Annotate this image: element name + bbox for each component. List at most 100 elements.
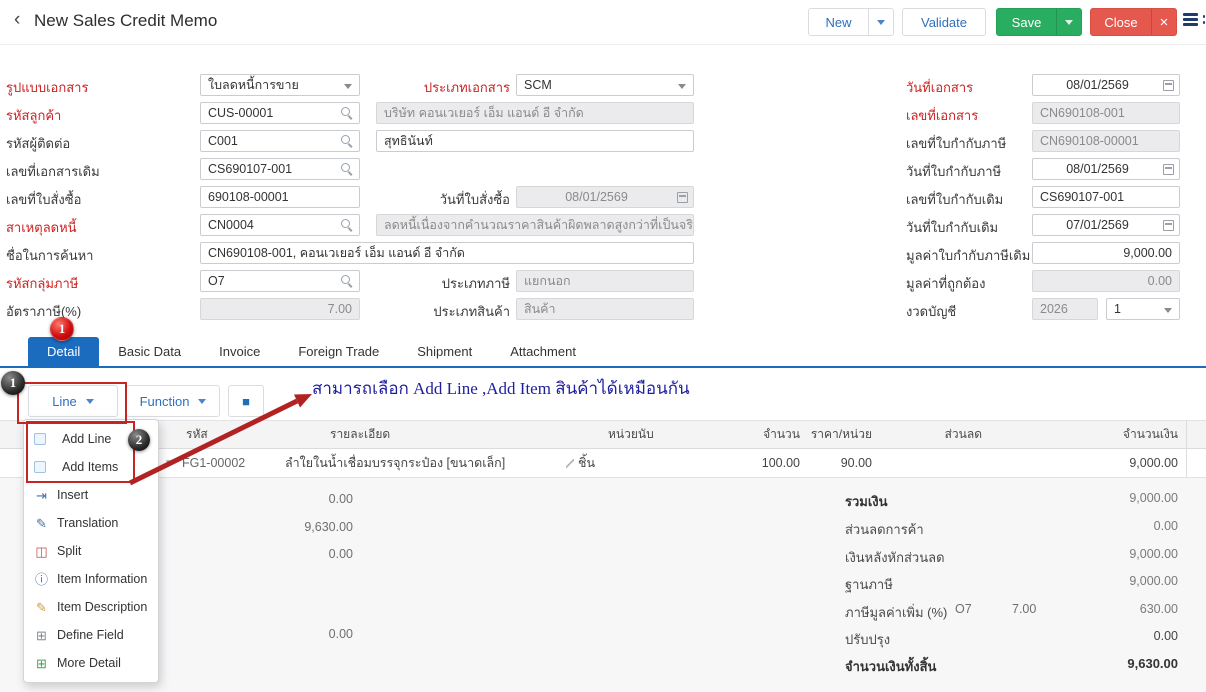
item-unit-price-cell[interactable]: 90.00 [792,449,872,477]
edit-mark-icon [566,459,574,468]
orig-invoice-no-field[interactable]: CS690107-001 [1032,186,1180,208]
reason-code-search[interactable]: CN0004 [200,214,360,236]
menu-item-insert[interactable]: ⇥Insert [24,481,158,509]
contact-code-search[interactable]: C001 [200,130,360,152]
item-information-icon: ⓘ [34,573,49,586]
calendar-icon[interactable] [1163,164,1174,175]
new-button-label[interactable]: New [809,9,868,35]
caret-down-icon [1065,20,1073,25]
new-dropdown-caret[interactable] [868,9,893,35]
define-field-icon: ⊞ [34,629,49,642]
tax-group-label: รหัสกลุ่มภาษี [6,273,78,295]
reason-desc-field: ลดหนี้เนื่องจากคำนวณราคาสินค้าผิดพลาดสูง… [376,214,694,236]
tab-foreign-trade[interactable]: Foreign Trade [279,337,398,366]
back-icon[interactable]: ‹ [14,9,20,31]
row-expander-icon[interactable]: ▾ [166,449,172,477]
close-button[interactable]: Close × [1090,8,1177,36]
annotation-badge-1-red: 1 [50,317,74,341]
orig-doc-no-search[interactable]: CS690107-001 [200,158,360,180]
vat-label: ภาษีมูลค่าเพิ่ม (%) [845,602,947,623]
item-qty-cell[interactable]: 100.00 [720,449,800,477]
calendar-icon [677,192,688,203]
orig-tax-value-field[interactable]: 9,000.00 [1032,242,1180,264]
item-row[interactable]: ▾ FG1-00002 ลำใยในน้ำเชื่อมบรรจุกระป๋อง … [0,449,1206,478]
item-unit-cell[interactable]: ชิ้น [578,449,595,477]
po-no-field[interactable]: 690108-00001 [200,186,360,208]
customer-code-search[interactable]: CUS-00001 [200,102,360,124]
item-code-cell[interactable]: FG1-00002 [182,449,245,477]
menu-item-translation[interactable]: ✎Translation [24,509,158,537]
left-summary-value-1: 0.00 [253,492,353,506]
calendar-icon[interactable] [1163,80,1174,91]
function-button[interactable]: Function [126,385,220,417]
close-x-icon[interactable]: × [1151,9,1176,35]
customer-name-field: บริษัท คอนเวเยอร์ เอ็ม แอนด์ อี จำกัด [376,102,694,124]
doc-type-select[interactable]: SCM [516,74,694,96]
item-description-cell[interactable]: ลำใยในน้ำเชื่อมบรรจุกระป๋อง [ขนาดเล็ก] [285,449,505,477]
summary-area: 0.00 9,630.00 0.00 0.00 รวมเงิน 9,000.00… [0,478,1206,692]
sales-credit-memo-page: ‹ New Sales Credit Memo New Validate Sav… [0,0,1206,692]
save-dropdown-caret[interactable] [1056,9,1081,35]
tax-base-value: 9,000.00 [1078,574,1178,588]
grand-total-label: จำนวนเงินทั้งสิ้น [845,656,936,677]
menu-item-label: Item Description [57,600,147,614]
tab-invoice[interactable]: Invoice [200,337,279,366]
trade-discount-label: ส่วนลดการค้า [845,519,924,540]
menu-item-split[interactable]: ◫Split [24,537,158,565]
contact-name-field[interactable]: สุทธินันท์ [376,130,694,152]
tax-base-label: ฐานภาษี [845,574,893,595]
item-amount-cell[interactable]: 9,000.00 [1078,449,1178,477]
translation-icon: ✎ [34,517,49,530]
annotation-note: สามารถเลือก Add Line ,Add Item สินค้าได้… [312,375,690,402]
left-summary-value-2: 9,630.00 [253,520,353,534]
menu-item-item-description[interactable]: ✎Item Description [24,593,158,621]
left-summary-value-4: 0.00 [253,627,353,641]
grid-header: รหัส รายละเอียด หน่วยนับ จำนวน ราคา/หน่ว… [0,420,1206,449]
tab-detail[interactable]: Detail [28,337,99,366]
po-date-field: 08/01/2569 [516,186,694,208]
tax-invoice-date-field[interactable]: 08/01/2569 [1032,158,1180,180]
after-discount-value: 9,000.00 [1078,547,1178,561]
validate-button-label: Validate [903,9,985,35]
function-button-label: Function [140,394,190,409]
doc-date-field[interactable]: 08/01/2569 [1032,74,1180,96]
tax-group-search[interactable]: O7 [200,270,360,292]
search-icon [341,135,350,144]
column-layout-button[interactable]: ■ [228,385,264,417]
orig-invoice-date-field[interactable]: 07/01/2569 [1032,214,1180,236]
column-header-description: รายละเอียด [330,421,390,448]
column-header-code: รหัส [186,421,208,448]
search-name-field[interactable]: CN690108-001, คอนเวเยอร์ เอ็ม แอนด์ อี จ… [200,242,694,264]
period-select[interactable]: 1 [1106,298,1180,320]
adjustment-value: 0.00 [1078,629,1178,643]
orig-invoice-date-label: วันที่ใบกำกับเดิม [906,217,998,239]
menu-item-item-information[interactable]: ⓘItem Information [24,565,158,593]
menu-hamburger-icon[interactable] [1183,13,1205,31]
save-button[interactable]: Save [996,8,1082,36]
validate-button[interactable]: Validate [902,8,986,36]
annotation-badge-1-dark: 1 [1,371,25,395]
new-button[interactable]: New [808,8,894,36]
tab-shipment[interactable]: Shipment [398,337,491,366]
reason-code-label: สาเหตุลดหนี้ [6,217,77,239]
menu-item-label: Split [57,544,81,558]
tax-type-field: แยกนอก [516,270,694,292]
caret-down-icon [198,399,206,404]
menu-item-define-field[interactable]: ⊞Define Field [24,621,158,649]
calendar-icon[interactable] [1163,220,1174,231]
tax-invoice-no-field: CN690108-00001 [1032,130,1180,152]
close-button-label[interactable]: Close [1091,9,1151,35]
doc-format-select[interactable]: ใบลดหนี้การขาย [200,74,360,96]
contact-code-label: รหัสผู้ติดต่อ [6,133,70,155]
customer-code-label: รหัสลูกค้า [6,105,61,127]
menu-item-label: More Detail [57,656,121,670]
doc-date-label: วันที่เอกสาร [906,77,973,99]
tab-basic-data[interactable]: Basic Data [99,337,200,366]
doc-format-label: รูปแบบเอกสาร [6,77,88,99]
save-button-label[interactable]: Save [997,9,1056,35]
search-icon [341,163,350,172]
column-header-unit-price: ราคา/หน่วย [792,421,872,448]
annotation-rect-line-button [17,382,127,424]
menu-item-more-detail[interactable]: ⊞More Detail [24,649,158,677]
tab-attachment[interactable]: Attachment [491,337,595,366]
